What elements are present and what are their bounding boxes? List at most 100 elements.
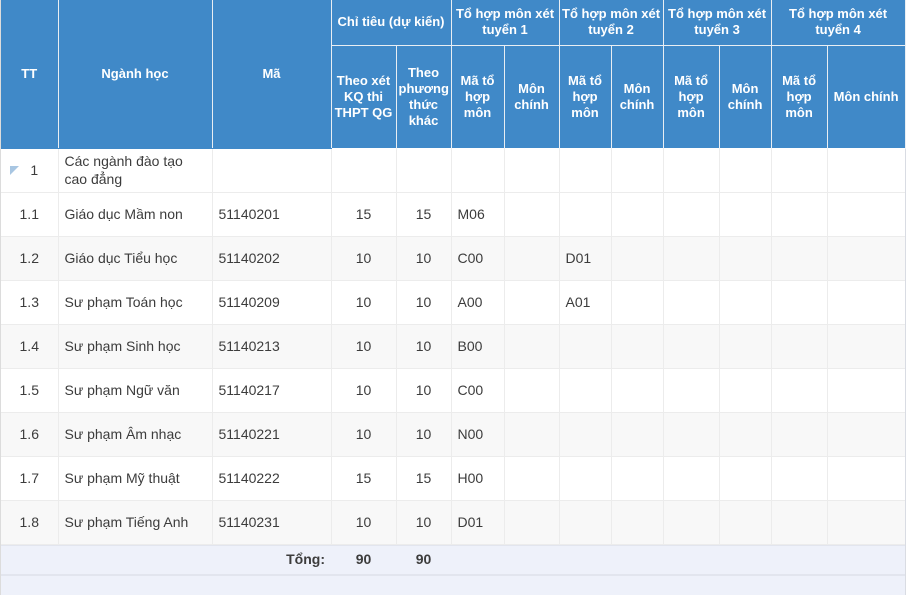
cell-tt: 1.4 (1, 324, 59, 369)
col-group-header-to-hop-3[interactable]: Tổ hợp môn xét tuyển 3 (663, 0, 772, 46)
cell-th4-ma (771, 412, 828, 457)
cell-th1-mon (504, 412, 560, 457)
table-row[interactable]: 1.8 Sư phạm Tiếng Anh 51140231 10 10 D01 (1, 500, 906, 545)
table-footer: Tổng: 90 90 (1, 544, 905, 575)
footer-spacer-rest (451, 545, 905, 573)
cell-th1-mon (504, 368, 560, 413)
footer-row: Tổng: 90 90 (1, 545, 905, 573)
table-row[interactable]: 1.6 Sư phạm Âm nhạc 51140221 10 10 N00 (1, 412, 906, 457)
cell-th2-ma (559, 500, 612, 545)
table-row[interactable]: 1.3 Sư phạm Toán học 51140209 10 10 A00 A01 (1, 280, 906, 325)
triangle-collapse-icon[interactable] (10, 166, 19, 175)
cell-th4-ma (771, 280, 828, 325)
cell-th2-ma: A01 (559, 280, 612, 325)
grid-bottom-pad (1, 574, 905, 595)
col-group-header-to-hop-1[interactable]: Tổ hợp môn xét tuyển 1 (451, 0, 560, 46)
col-header-th1-ma[interactable]: Mã tổ hợp môn (451, 45, 505, 148)
cell-th4-mon (827, 324, 906, 369)
cell-ct-khac: 15 (396, 456, 452, 501)
col-header-nganh-hoc[interactable]: Ngành học (58, 0, 213, 149)
cell-tt: 1.5 (1, 368, 59, 413)
cell-th3-mon (719, 192, 772, 237)
cell-th4-ma (771, 192, 828, 237)
col-header-th4-ma[interactable]: Mã tổ hợp môn (771, 45, 828, 148)
col-header-tt[interactable]: TT (1, 0, 59, 149)
col-header-th4-mon[interactable]: Môn chính (827, 45, 906, 148)
cell-th2-mon (611, 324, 664, 369)
col-header-th2-ma[interactable]: Mã tổ hợp môn (559, 45, 612, 148)
group-row-empty-cell (611, 148, 664, 193)
cell-th4-mon (827, 236, 906, 281)
table-row[interactable]: 1.5 Sư phạm Ngữ văn 51140217 10 10 C00 (1, 368, 906, 413)
cell-ct-thpt: 15 (331, 192, 397, 237)
cell-ma: 51140222 (212, 456, 332, 501)
group-row-name: Các ngành đào tạo cao đẳng (58, 148, 213, 193)
cell-name: Giáo dục Mầm non (58, 192, 213, 237)
cell-th3-ma (663, 236, 720, 281)
cell-th1-ma: B00 (451, 324, 505, 369)
cell-th3-mon (719, 456, 772, 501)
cell-th3-ma (663, 192, 720, 237)
footer-spacer-tt (1, 545, 58, 573)
group-row-empty-cell (771, 148, 828, 193)
cell-th1-ma: C00 (451, 368, 505, 413)
cell-tt: 1.1 (1, 192, 59, 237)
cell-th4-mon (827, 192, 906, 237)
cell-th2-mon (611, 368, 664, 413)
footer-spacer-name (58, 545, 212, 573)
cell-ma: 51140202 (212, 236, 332, 281)
group-row-empty-cell (719, 148, 772, 193)
cell-ct-khac: 15 (396, 192, 452, 237)
cell-th1-ma: M06 (451, 192, 505, 237)
col-header-th2-mon[interactable]: Môn chính (611, 45, 664, 148)
group-row-tt: 1 (1, 148, 59, 193)
footer-total-table: Tổng: 90 90 (1, 545, 905, 573)
cell-ct-thpt: 10 (331, 280, 397, 325)
cell-th4-ma (771, 368, 828, 413)
col-header-th3-ma[interactable]: Mã tổ hợp môn (663, 45, 720, 148)
cell-th2-mon (611, 280, 664, 325)
admissions-quota-table: TT Ngành học Mã Chỉ tiêu (dự kiến) Tổ hợ… (1, 0, 906, 545)
col-header-th3-mon[interactable]: Môn chính (719, 45, 772, 148)
group-row-empty-cell (331, 148, 397, 193)
cell-th2-ma (559, 368, 612, 413)
col-header-th1-mon[interactable]: Môn chính (504, 45, 560, 148)
cell-ct-thpt: 10 (331, 500, 397, 545)
group-row-empty-cell (504, 148, 560, 193)
group-row-empty-cell (396, 148, 452, 193)
table-row[interactable]: 1.4 Sư phạm Sinh học 51140213 10 10 B00 (1, 324, 906, 369)
cell-th2-ma (559, 324, 612, 369)
cell-ma: 51140231 (212, 500, 332, 545)
cell-name: Sư phạm Âm nhạc (58, 412, 213, 457)
cell-th2-ma: D01 (559, 236, 612, 281)
col-group-header-to-hop-4[interactable]: Tổ hợp môn xét tuyển 4 (771, 0, 906, 46)
cell-th4-mon (827, 368, 906, 413)
footer-total-thpt: 90 (331, 545, 396, 573)
cell-tt: 1.7 (1, 456, 59, 501)
cell-th3-mon (719, 412, 772, 457)
col-group-header-chi-tieu[interactable]: Chỉ tiêu (dự kiến) (331, 0, 452, 46)
table-row[interactable]: 1.7 Sư phạm Mỹ thuật 51140222 15 15 H00 (1, 456, 906, 501)
cell-th4-ma (771, 500, 828, 545)
table-row[interactable]: 1.2 Giáo dục Tiểu học 51140202 10 10 C00 D01 (1, 236, 906, 281)
table-row[interactable]: 1.1 Giáo dục Mầm non 51140201 15 15 M06 (1, 192, 906, 237)
footer-total-khac: 90 (396, 545, 451, 573)
cell-tt: 1.8 (1, 500, 59, 545)
cell-tt: 1.2 (1, 236, 59, 281)
cell-ct-thpt: 10 (331, 368, 397, 413)
cell-ct-khac: 10 (396, 280, 452, 325)
cell-ct-khac: 10 (396, 236, 452, 281)
col-header-chi-tieu-thpt[interactable]: Theo xét KQ thi THPT QG (331, 45, 397, 148)
cell-ma: 51140217 (212, 368, 332, 413)
cell-th2-ma (559, 456, 612, 501)
table-group-row[interactable]: 1 Các ngành đào tạo cao đẳng (1, 148, 906, 193)
cell-th4-mon (827, 280, 906, 325)
cell-th2-ma (559, 412, 612, 457)
cell-th2-mon (611, 456, 664, 501)
col-group-header-to-hop-2[interactable]: Tổ hợp môn xét tuyển 2 (559, 0, 664, 46)
col-header-ma[interactable]: Mã (212, 0, 332, 149)
col-header-chi-tieu-khac[interactable]: Theo phương thức khác (396, 45, 452, 148)
cell-ma: 51140213 (212, 324, 332, 369)
table-body: 1 Các ngành đào tạo cao đẳng 1.1 Giáo dục M… (1, 148, 906, 545)
cell-th1-mon (504, 324, 560, 369)
